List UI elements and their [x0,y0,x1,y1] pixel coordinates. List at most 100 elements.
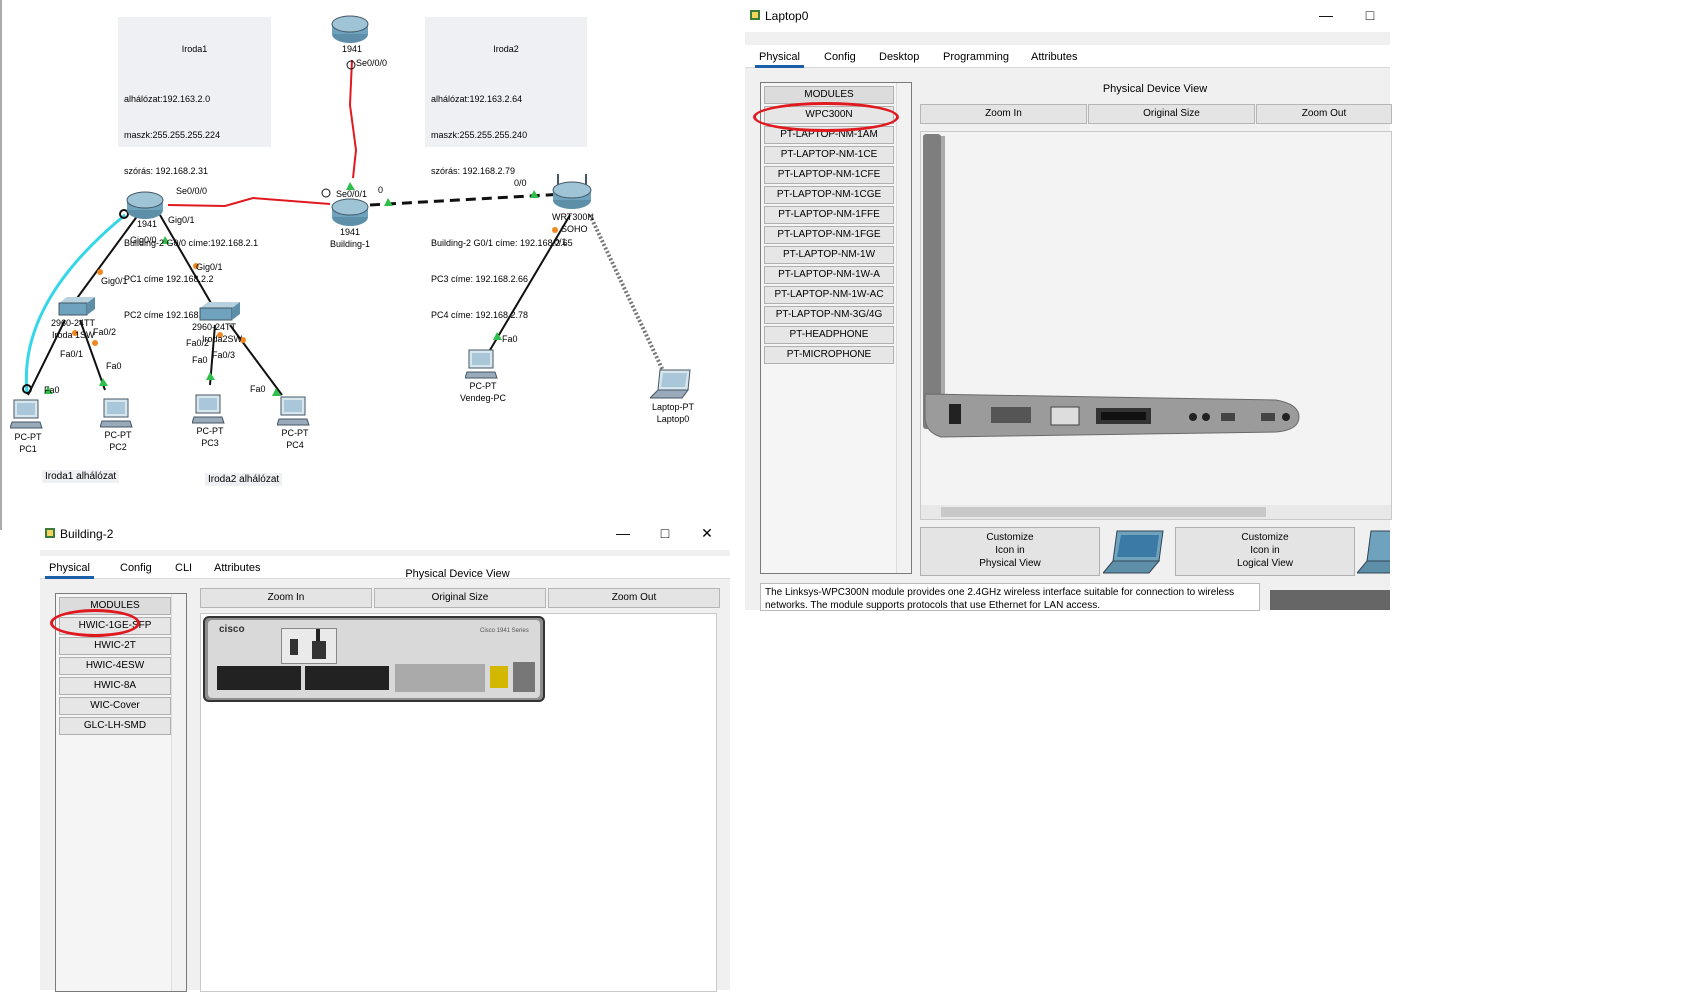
hwic-slot-empty[interactable] [281,628,337,664]
maximize-icon[interactable]: □ [654,524,676,542]
customize-physical-button[interactable]: Customize Icon in Physical View [920,527,1100,576]
zoom-in-button[interactable]: Zoom In [920,104,1087,124]
switch-icon[interactable] [55,295,95,319]
pc-icon[interactable] [192,393,226,427]
highlight-ring [753,102,899,132]
building2-window-title: Building-2 [60,527,114,541]
port-label: Gig0/1 [168,215,195,225]
tab-physical[interactable]: Physical [45,560,94,579]
laptop-physical-icon [1103,530,1164,574]
laptop-window-title: Laptop0 [765,9,809,23]
module-item[interactable]: PT-LAPTOP-NM-1FGE [764,226,894,244]
module-item[interactable]: PT-LAPTOP-NM-1W [764,246,894,264]
pc3-name-label: PC3 [201,438,219,448]
topology-canvas[interactable]: Iroda1 alhálózat:192.163.2.0 maszk:255.2… [0,0,730,530]
module-item[interactable]: PT-LAPTOP-NM-1W-AC [764,286,894,304]
physical-device-view[interactable]: cisco Cisco 1941 Series [200,613,717,992]
pc1-type-label: PC-PT [14,432,42,442]
building1-name-label: Building-1 [329,239,371,249]
building2-titlebar[interactable]: Building-2 — □ ✕ [40,518,730,550]
tab-config[interactable]: Config [116,560,156,576]
note-line: PC4 címe: 192.168.2.78 [431,310,529,320]
pc-icon[interactable] [10,398,44,432]
vendeg-name-label: Vendeg-PC [459,393,507,403]
minimize-icon[interactable]: — [1315,6,1337,24]
pc-icon[interactable] [100,397,134,431]
laptop-window[interactable]: Laptop0 — □ Physical Config Desktop Prog… [745,0,1392,611]
module-item[interactable]: HWIC-8A [59,677,171,695]
cisco-logo: cisco [219,624,245,635]
wireless-router-icon[interactable] [550,172,594,212]
customize-logical-button[interactable]: Customize Icon in Logical View [1175,527,1355,576]
module-item[interactable]: PT-LAPTOP-NM-1FFE [764,206,894,224]
physical-device-view[interactable] [920,131,1392,520]
module-item[interactable]: PT-LAPTOP-NM-1W-A [764,266,894,284]
maximize-icon[interactable]: □ [1359,6,1381,24]
note-line: PC2 címe 192.168.2.30 [124,310,219,320]
tab-physical[interactable]: Physical [755,49,804,68]
zoom-in-button[interactable]: Zoom In [200,588,372,608]
app-icon [750,10,760,20]
tab-programming[interactable]: Programming [939,49,1013,65]
usb-port [490,666,508,688]
module-item[interactable]: PT-HEADPHONE [764,326,894,344]
port-label: Fa0 [192,355,208,365]
close-icon[interactable]: ✕ [696,524,718,542]
pc-icon[interactable] [465,348,499,382]
pc2-type-label: PC-PT [104,430,132,440]
tab-attributes[interactable]: Attributes [1027,49,1081,65]
router-icon[interactable] [330,195,370,229]
router-chassis: cisco Cisco 1941 Series [203,616,545,702]
module-item[interactable]: GLC-LH-SMD [59,717,171,735]
router-icon[interactable] [125,188,165,222]
tab-desktop[interactable]: Desktop [875,49,923,65]
minimize-icon[interactable]: — [612,524,634,542]
note-iroda2: Iroda2 alhálózat:192.163.2.64 maszk:255.… [425,17,587,320]
port-label: Fa0/2 [93,327,117,337]
zoom-out-button[interactable]: Zoom Out [548,588,720,608]
module-item[interactable]: PT-LAPTOP-NM-3G/4G [764,306,894,324]
original-size-button[interactable]: Original Size [374,588,546,608]
physical-view-title: Physical Device View [405,568,510,580]
note-line: maszk:255.255.255.224 [124,130,221,140]
module-item[interactable]: WIC-Cover [59,697,171,715]
vendeg-type-label: PC-PT [469,381,497,391]
module-item[interactable]: HWIC-2T [59,637,171,655]
port-label: Gig0/1 [196,262,223,272]
note-iroda1: Iroda1 alhálózat:192.163.2.0 maszk:255.2… [118,17,271,320]
note-line: PC1 címe 192.168.2.2 [124,274,214,284]
port-label: Fa0 [250,384,266,394]
port-label: 0/1 [554,237,567,247]
zoom-out-button[interactable]: Zoom Out [1256,104,1392,124]
note-line: maszk:255.255.255.240 [431,130,528,140]
building2-window[interactable]: Building-2 — □ ✕ Physical Config CLI Att… [40,518,730,992]
pc2-name-label: PC2 [109,442,127,452]
original-size-button[interactable]: Original Size [1088,104,1255,124]
port-label: Se0/0/0 [176,186,208,196]
module-item[interactable]: HWIC-4ESW [59,657,171,675]
building2-module-list[interactable]: MODULES HWIC-1GE-SFP HWIC-2T HWIC-4ESW H… [55,593,187,992]
wrt-model-label: WRT300N [552,212,594,222]
module-item[interactable]: PT-LAPTOP-NM-1CGE [764,186,894,204]
scrollbar-thumb[interactable] [941,507,1266,517]
laptop-name-label: Laptop0 [656,414,690,424]
laptop-logical-icon [1357,530,1390,574]
tab-cli[interactable]: CLI [171,560,196,576]
module-item[interactable]: PT-LAPTOP-NM-1CE [764,146,894,164]
laptop-titlebar[interactable]: Laptop0 — □ [745,0,1390,32]
laptop-module-list[interactable]: MODULES WPC300N PT-LAPTOP-NM-1AM PT-LAPT… [760,82,912,574]
module-item[interactable]: PT-MICROPHONE [764,346,894,364]
pc3-type-label: PC-PT [196,426,224,436]
horizontal-scrollbar[interactable] [921,505,1391,519]
router-icon[interactable] [330,12,370,46]
switch2-model-label: 2960-24TT [192,322,237,332]
subnet-label-iroda2: Iroda2 alhálózat [205,473,283,486]
module-list-scrollbar[interactable] [171,594,186,991]
module-list-scrollbar[interactable] [896,83,911,573]
note-line: alhálózat:192.163.2.0 [124,94,211,104]
tab-config[interactable]: Config [820,49,860,65]
pc-icon[interactable] [277,395,311,429]
port-label: Fa0 [44,385,60,395]
module-item[interactable]: PT-LAPTOP-NM-1CFE [764,166,894,184]
laptop-icon[interactable] [650,368,694,404]
